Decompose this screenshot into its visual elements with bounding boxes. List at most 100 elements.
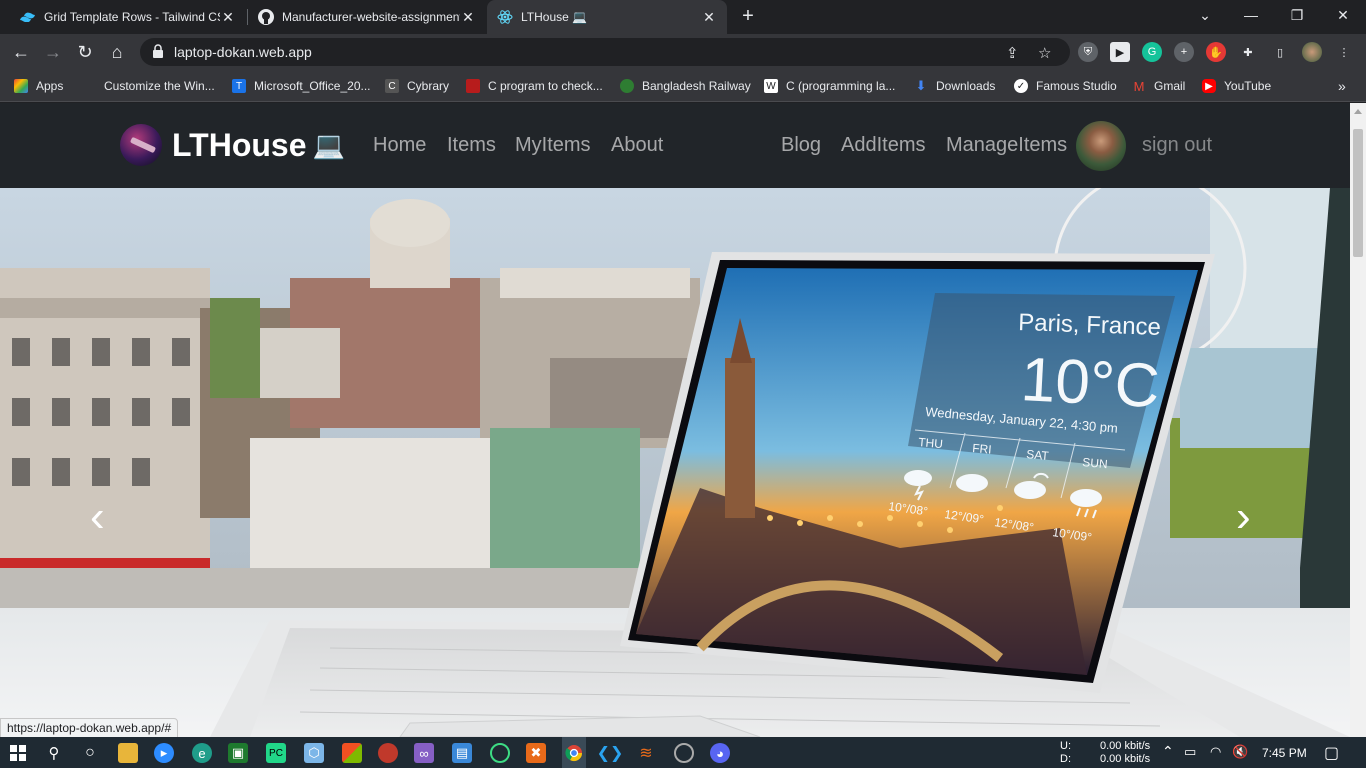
page-scrollbar[interactable] [1350, 103, 1366, 737]
nav-blog[interactable]: Blog [781, 134, 821, 157]
youtube-icon: ▶ [1202, 79, 1216, 93]
red-app-icon[interactable] [378, 743, 398, 763]
bookmark-gmail[interactable]: M Gmail [1132, 77, 1186, 95]
bookmark-youtube[interactable]: ▶ YouTube [1202, 77, 1271, 95]
weather-day-3: SUN [1082, 455, 1108, 471]
cortana-icon[interactable]: ○ [80, 743, 100, 763]
bookmark-downloads[interactable]: ⬇ Downloads [914, 77, 996, 95]
brand-logo-icon [120, 124, 162, 166]
nav-about[interactable]: About [611, 134, 663, 157]
file-explorer-icon[interactable] [118, 743, 138, 763]
laptop-emoji-icon: 💻 [312, 129, 345, 160]
tab-title: Manufacturer-website-assignment [282, 10, 460, 24]
clock[interactable]: 7:45 PM [1262, 746, 1307, 760]
site-navbar: LTHouse 💻 Home Items MyItems About Blog … [0, 103, 1350, 188]
volume-muted-icon[interactable]: 🔇 [1232, 744, 1248, 760]
edge-icon[interactable]: e [192, 743, 212, 763]
bookmark-label: YouTube [1224, 79, 1272, 93]
search-icon[interactable]: ⚲ [44, 743, 64, 763]
tab-lthouse[interactable]: LTHouse 💻 ✕ [487, 0, 727, 34]
sign-out-link[interactable]: sign out [1142, 134, 1212, 157]
nav-additems[interactable]: AddItems [841, 134, 925, 157]
add-extension-icon[interactable]: + [1174, 42, 1194, 62]
weather-day-1: FRI [972, 441, 992, 457]
green-app-icon[interactable]: ▣ [228, 743, 248, 763]
windows-taskbar: ⚲ ○ ▸ e ▣ PC ⬡ ∞ ▤ ✖ ❮❯ ≋ ◕ U: D: 0.00 k… [0, 737, 1366, 768]
box-app-icon[interactable]: ⬡ [304, 743, 324, 763]
close-window-button[interactable]: ✕ [1320, 0, 1366, 30]
scroll-thumb[interactable] [1353, 129, 1363, 257]
side-panel-icon[interactable]: ▯ [1270, 42, 1290, 62]
brand[interactable]: LTHouse 💻 [120, 119, 345, 171]
bookmark-railway[interactable]: Bangladesh Railway [620, 77, 751, 95]
share-icon[interactable]: ⇪ [1006, 44, 1019, 62]
nav-myitems[interactable]: MyItems [515, 134, 591, 157]
cybrary-icon: C [385, 79, 399, 93]
carousel-next-button[interactable]: › [1236, 495, 1251, 539]
bookmark-customize[interactable]: Customize the Win... [82, 77, 215, 95]
github-desktop-icon[interactable] [674, 743, 694, 763]
battery-icon[interactable]: ▭ [1184, 744, 1196, 760]
bookmark-apps[interactable]: Apps [14, 77, 63, 95]
download-icon: ⬇ [915, 78, 927, 93]
maximize-button[interactable]: ❐ [1274, 0, 1320, 30]
shield-extension-icon[interactable]: ⛨ [1078, 42, 1098, 62]
photos-icon[interactable]: ▤ [452, 743, 472, 763]
xampp-icon[interactable]: ✖ [526, 743, 546, 763]
carousel-prev-button[interactable]: ‹ [90, 495, 105, 539]
bookmark-star-icon[interactable]: ☆ [1038, 44, 1051, 62]
bookmark-famous-studio[interactable]: ✓ Famous Studio [1014, 77, 1117, 95]
nav-items[interactable]: Items [447, 134, 496, 157]
pycharm-icon[interactable]: PC [266, 743, 286, 763]
home-icon[interactable]: ⌂ [104, 39, 130, 65]
net-down-label: D: [1060, 753, 1071, 765]
close-icon[interactable]: ✕ [701, 9, 717, 26]
nav-manageitems[interactable]: ManageItems [946, 134, 1067, 157]
tab-tailwind[interactable]: Grid Template Rows - Tailwind CSS ✕ [10, 0, 246, 34]
user-avatar[interactable] [1076, 121, 1126, 171]
bookmark-office[interactable]: T Microsoft_Office_20... [232, 77, 371, 95]
adblock-icon[interactable]: ✋ [1206, 42, 1226, 62]
reload-button[interactable]: ↻ [72, 39, 98, 65]
sublime-icon[interactable]: ≋ [636, 743, 656, 763]
close-icon[interactable]: ✕ [460, 9, 476, 26]
discord-icon[interactable]: ◕ [710, 743, 730, 763]
browser-toolbar: ← → ↻ ⌂ laptop-dokan.web.app ⇪ ☆ ⛨ ▶ G +… [0, 34, 1366, 70]
media-extension-icon[interactable]: ▶ [1110, 42, 1130, 62]
vscode-icon[interactable]: ❮❯ [597, 743, 624, 763]
menu-kebab-icon[interactable]: ⋮ [1334, 42, 1354, 62]
nav-home[interactable]: Home [373, 134, 426, 157]
bookmark-label: Customize the Win... [104, 79, 215, 93]
chrome-active-icon[interactable] [562, 737, 586, 768]
windows-start-icon[interactable] [8, 743, 28, 763]
bookmark-c-program[interactable]: C program to check... [466, 77, 603, 95]
minimize-button[interactable]: — [1228, 0, 1274, 30]
new-tab-button[interactable]: + [737, 5, 759, 27]
back-button[interactable]: ← [8, 39, 34, 65]
net-up-speed: 0.00 kbit/s [1100, 740, 1151, 752]
zoom-icon[interactable]: ▸ [154, 743, 174, 763]
more-bookmarks-icon[interactable]: » [1338, 77, 1346, 95]
c-program-icon [466, 79, 480, 93]
visual-studio-icon[interactable]: ∞ [414, 743, 434, 763]
railway-icon [620, 79, 634, 93]
address-bar[interactable]: laptop-dokan.web.app ⇪ ☆ [140, 38, 1070, 66]
tab-github[interactable]: Manufacturer-website-assignment ✕ [248, 0, 486, 34]
hero-carousel: Paris, France 10°C Wednesday, January 22… [0, 188, 1350, 737]
wifi-icon[interactable]: ◠ [1210, 744, 1221, 760]
bookmark-cybrary[interactable]: C Cybrary [385, 77, 449, 95]
bookmark-wikipedia[interactable]: W C (programming la... [764, 77, 895, 95]
tab-search-icon[interactable]: ⌄ [1182, 0, 1228, 30]
sync-app-icon[interactable] [490, 743, 510, 763]
react-icon [497, 9, 513, 25]
close-icon[interactable]: ✕ [220, 9, 236, 26]
scroll-up-icon[interactable] [1354, 109, 1362, 114]
chevron-up-icon[interactable]: ⌃ [1162, 743, 1174, 760]
ms-store-icon[interactable] [342, 743, 362, 763]
extensions-puzzle-icon[interactable]: ✚ [1238, 42, 1258, 62]
forward-button[interactable]: → [40, 39, 66, 65]
grammarly-icon[interactable]: G [1142, 42, 1162, 62]
notification-icon[interactable]: ▢ [1324, 743, 1339, 763]
profile-avatar[interactable] [1302, 42, 1322, 62]
weather-day-2: SAT [1026, 447, 1050, 463]
